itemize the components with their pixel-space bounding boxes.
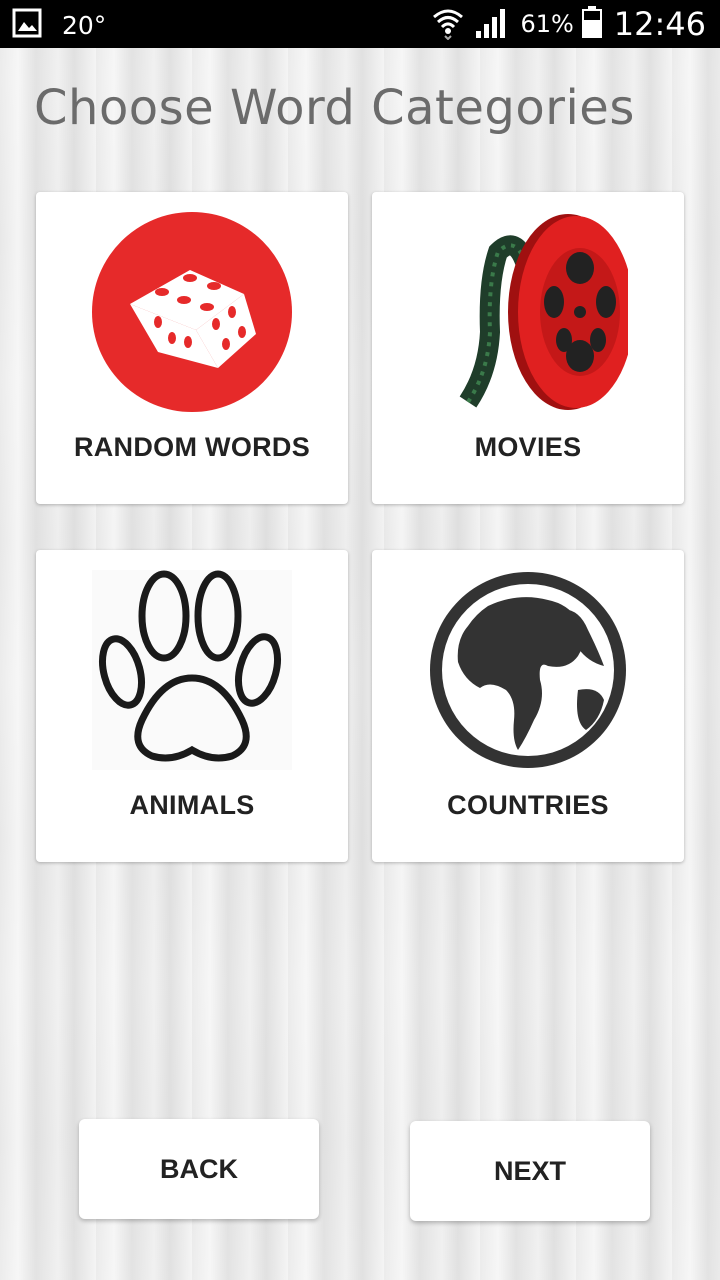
signal-icon xyxy=(474,5,510,44)
next-button[interactable]: NEXT xyxy=(410,1121,650,1221)
gallery-icon xyxy=(12,8,42,43)
status-bar-left: 20° xyxy=(12,8,106,43)
paw-icon xyxy=(92,570,292,770)
clock: 12:46 xyxy=(613,5,706,43)
category-card-animals[interactable]: ANIMALS xyxy=(36,550,348,862)
back-button[interactable]: BACK xyxy=(79,1119,319,1219)
category-label: MOVIES xyxy=(474,432,582,462)
battery-percent: 61% xyxy=(520,10,574,38)
category-label: COUNTRIES xyxy=(447,790,609,820)
page-title: Choose Word Categories xyxy=(34,80,635,136)
category-card-countries[interactable]: COUNTRIES xyxy=(372,550,684,862)
battery-icon xyxy=(581,5,602,43)
category-label: ANIMALS xyxy=(129,790,255,820)
dice-icon xyxy=(92,212,292,412)
status-bar-right: 61% 12:46 xyxy=(430,4,706,44)
temperature-text: 20° xyxy=(62,11,107,40)
film-reel-icon xyxy=(428,212,634,412)
category-label: RANDOM WORDS xyxy=(73,432,311,462)
globe-icon xyxy=(428,570,628,770)
wifi-icon xyxy=(430,4,466,45)
category-card-random-words[interactable]: RANDOM WORDS xyxy=(36,192,348,504)
category-card-movies[interactable]: MOVIES xyxy=(372,192,684,504)
status-bar: 20° 61% 12:46 xyxy=(0,0,720,48)
